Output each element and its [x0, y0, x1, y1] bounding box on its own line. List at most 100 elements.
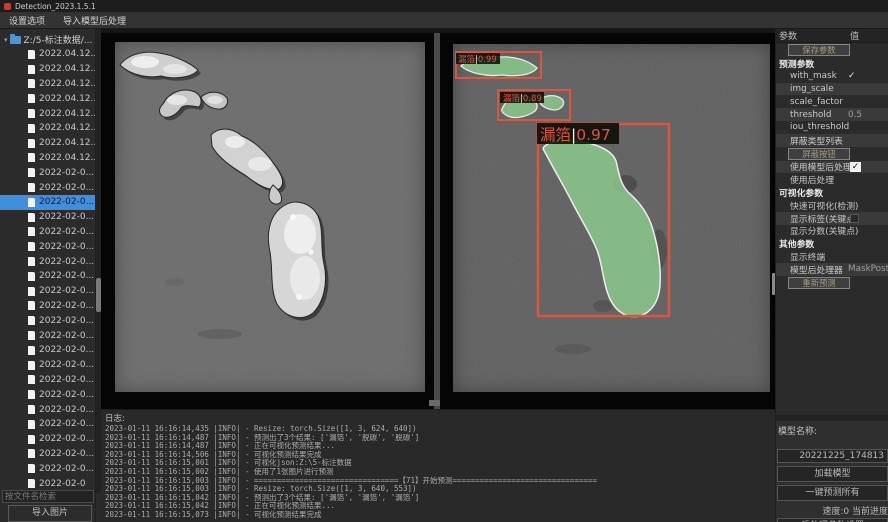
tree-item-label: 2022-02-0... [39, 434, 94, 444]
import-image-button[interactable]: 导入图片 [8, 505, 92, 522]
tree-item[interactable]: 2022.04.12... [0, 106, 95, 121]
param-row[interactable]: 快速可视化(检测) [776, 199, 888, 212]
param-row[interactable]: 保存参数 [776, 43, 888, 57]
param-row[interactable]: 显示标签(关键点) [776, 212, 888, 225]
tree-item-label: 2022-02-0... [39, 197, 94, 207]
params-header-param: 参数 [776, 29, 850, 42]
tree-item[interactable]: 2022-02-0... [0, 239, 95, 254]
tree-item[interactable]: 2022-02-0... [0, 328, 95, 343]
param-row[interactable]: 显示分数(关键点) [776, 225, 888, 238]
tree-item-label: 2022-02-0... [39, 242, 94, 252]
param-label: threshold [790, 110, 831, 120]
model-name-field[interactable]: 20221225_174813 [777, 449, 888, 463]
param-row[interactable]: 使用后处理 [776, 173, 888, 186]
file-icon [28, 316, 35, 325]
param-value[interactable]: 0.5 [848, 110, 862, 120]
param-row[interactable]: img_scale [776, 83, 888, 96]
params-header-value: 值 [850, 29, 859, 42]
tree-item[interactable]: 2022-02-0 [0, 476, 95, 491]
prediction-overlay-graphic: 漏箔|0.99 漏箔|0.89 漏箔|0.97 [453, 44, 770, 392]
param-value[interactable]: MaskPostPro [848, 264, 888, 274]
tree-item-label: 2022.04.12... [39, 94, 96, 104]
tree-item[interactable]: 2022-02-0... [0, 180, 95, 195]
param-row[interactable]: iou_threshold [776, 121, 888, 134]
param-label: 使用模型后处理 [790, 160, 852, 173]
search-input[interactable] [2, 490, 94, 503]
tree-item[interactable]: 2022-02-0... [0, 165, 95, 180]
tree-item[interactable]: 2022-02-0... [0, 210, 95, 225]
param-value[interactable]: ✓ [850, 162, 861, 172]
original-image-panel[interactable] [101, 33, 434, 409]
param-label: 模型后处理器 [790, 263, 843, 276]
param-label: 屏蔽类型列表 [790, 134, 843, 147]
param-row[interactable]: 屏蔽按钮 [776, 147, 888, 161]
param-row[interactable]: 其他参数 [776, 237, 888, 250]
param-row[interactable]: 重新预测 [776, 276, 888, 290]
tree-item[interactable]: 2022.04.12... [0, 77, 95, 92]
param-value[interactable] [850, 214, 859, 223]
predict-all-button[interactable]: 一键预测所有 [777, 485, 888, 501]
param-label: 屏蔽按钮 [788, 148, 850, 160]
tree-item[interactable]: 2022-02-0... [0, 387, 95, 402]
prediction-image-panel[interactable]: 漏箔|0.99 漏箔|0.89 漏箔|0.97 [440, 33, 775, 409]
param-row[interactable]: 使用模型后处理 ✓ [776, 161, 888, 174]
tree-item[interactable]: 2022-02-0... [0, 284, 95, 299]
file-tree-panel: ▾ Z:/5-标注数据/... 2022.04.12... 2022.04.12… [0, 29, 96, 522]
tree-item-label: 2022-02-0... [39, 449, 94, 459]
tree-item[interactable]: 2022.04.12... [0, 151, 95, 166]
param-label: iou_threshold [790, 122, 849, 132]
tree-item[interactable]: 2022.04.12... [0, 121, 95, 136]
param-label: 使用后处理 [790, 173, 834, 186]
tree-item[interactable]: 2022-02-0... [0, 358, 95, 373]
log-area[interactable]: 日志: 2023-01-11 16:16:14,435 |INFO| - Res… [101, 409, 775, 522]
tree-item[interactable]: 2022-02-0... [0, 313, 95, 328]
tree-item[interactable]: 2022-02-0... [0, 417, 95, 432]
param-row[interactable]: with_mask ✓ [776, 70, 888, 83]
tree-item[interactable]: 2022-02-0... [0, 225, 95, 240]
tree-item[interactable]: 2022-02-0... [0, 299, 95, 314]
app-icon [4, 3, 11, 10]
param-label: img_scale [790, 84, 834, 94]
tree-item[interactable]: 2022-02-0... [0, 373, 95, 388]
param-row[interactable]: 显示终端 [776, 250, 888, 263]
tree-item[interactable]: 2022.04.12... [0, 136, 95, 151]
tree-item[interactable]: 2022-02-0... [0, 432, 95, 447]
tree-item[interactable]: 2022-02-0... [0, 402, 95, 417]
tree-item[interactable]: 2022-02-0... [0, 254, 95, 269]
original-image[interactable] [115, 42, 425, 392]
file-icon [28, 109, 35, 118]
prediction-image[interactable]: 漏箔|0.99 漏箔|0.89 漏箔|0.97 [453, 44, 770, 392]
param-label: 保存参数 [788, 44, 850, 56]
tree-item[interactable]: 2022.04.12... [0, 47, 95, 62]
tree-item[interactable]: 2022-02-0... [0, 269, 95, 284]
postprocess-settings-button[interactable]: 后处理参数设置 [777, 518, 888, 522]
tree-root[interactable]: ▾ Z:/5-标注数据/... [0, 32, 95, 47]
detection-label-1: 漏箔|0.99 [458, 54, 497, 65]
tree-item[interactable]: 2022-02-0... [0, 461, 95, 476]
file-icon [28, 272, 35, 281]
file-icon [28, 139, 35, 148]
param-row[interactable]: scale_factor [776, 95, 888, 108]
tree-item-label: 2022-02-0 [39, 479, 86, 489]
param-row[interactable]: 预测参数 [776, 57, 888, 70]
menu-item[interactable]: 设置选项 [0, 12, 54, 28]
param-row[interactable]: threshold 0.5 [776, 108, 888, 121]
tree-item[interactable]: 2022.04.12... [0, 62, 95, 77]
param-row[interactable]: 模型后处理器 MaskPostPro [776, 263, 888, 276]
tree-item-label: 2022-02-0... [39, 316, 94, 326]
tree-item[interactable]: 2022-02-0... [0, 447, 95, 462]
file-icon [28, 242, 35, 251]
tree-item[interactable]: 2022-02-0... [0, 343, 95, 358]
menu-item[interactable]: 导入模型后处理 [54, 12, 135, 28]
file-icon [28, 287, 35, 296]
param-value[interactable]: ✓ [848, 71, 855, 81]
tree-item[interactable]: 2022-02-0... [0, 195, 95, 210]
tree-item[interactable]: 2022.04.12... [0, 91, 95, 106]
file-icon [28, 435, 35, 444]
folder-icon [10, 36, 21, 44]
load-model-button[interactable]: 加载模型 [777, 466, 888, 482]
param-row[interactable]: 屏蔽类型列表 [776, 134, 888, 147]
param-row[interactable]: 可视化参数 [776, 186, 888, 199]
param-label: 快速可视化(检测) [790, 199, 858, 212]
file-icon [28, 227, 35, 236]
